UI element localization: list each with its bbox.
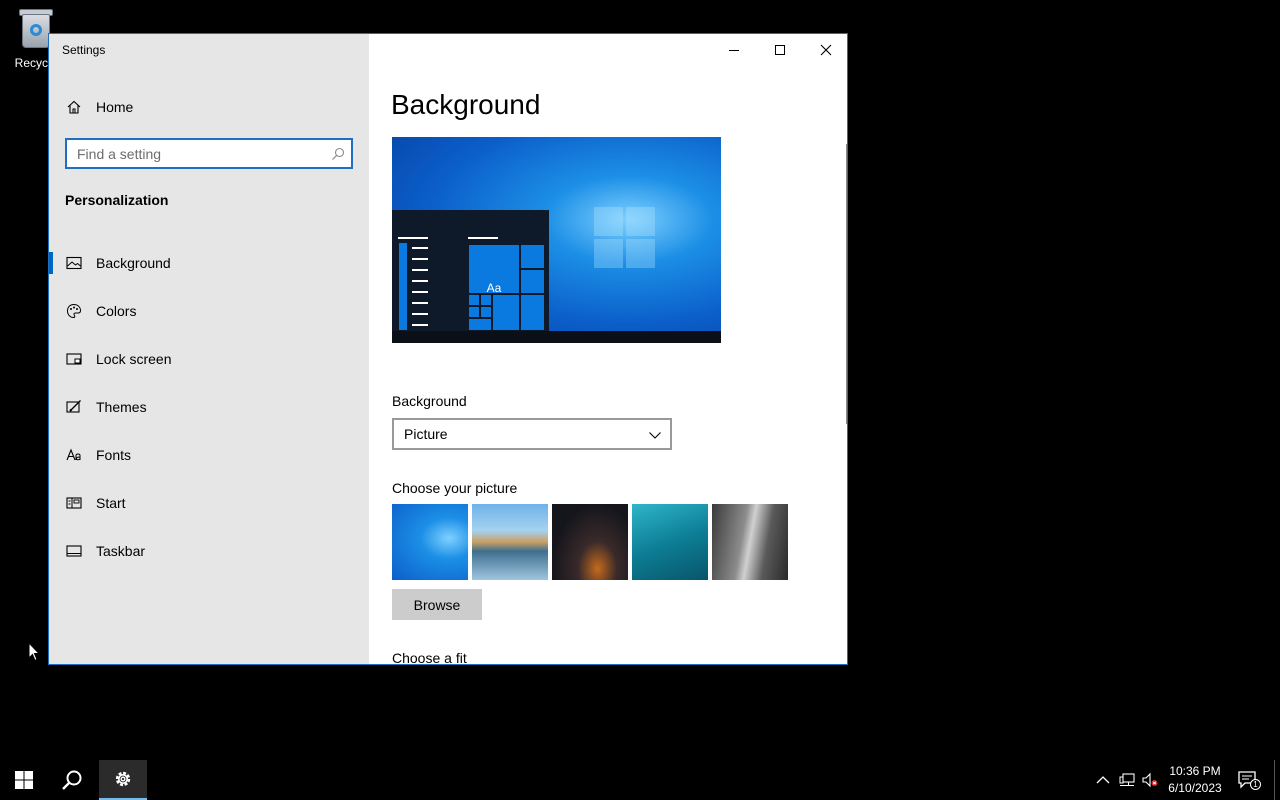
sidebar-item-themes[interactable]: Themes <box>49 383 369 431</box>
home-nav-item[interactable]: Home <box>49 90 369 124</box>
palette-icon <box>66 303 82 319</box>
picture-thumbnail-waterfall[interactable] <box>712 504 788 580</box>
chevron-up-icon[interactable] <box>1095 772 1111 788</box>
taskbar-icon <box>66 543 82 559</box>
window-title: Settings <box>62 43 106 57</box>
image-icon <box>66 255 82 271</box>
taskbar-search-button[interactable] <box>48 760 96 800</box>
search-icon[interactable] <box>331 147 345 161</box>
windows-logo-watermark <box>594 207 656 269</box>
settings-window: Settings Home Personalization Background <box>48 33 848 665</box>
sidebar-item-label: Taskbar <box>96 543 146 559</box>
maximize-icon <box>775 45 785 55</box>
background-type-label: Background <box>392 393 467 409</box>
picture-thumbnails <box>392 504 788 580</box>
picture-thumbnail-underwater[interactable] <box>632 504 708 580</box>
sidebar-item-label: Lock screen <box>96 351 172 367</box>
start-icon <box>66 495 82 511</box>
taskbar: 10:36 PM 6/10/2023 1 <box>0 760 1280 800</box>
sidebar-item-fonts[interactable]: Fonts <box>49 431 369 479</box>
action-center-button[interactable]: 1 <box>1237 770 1261 790</box>
sidebar-item-label: Colors <box>96 303 137 319</box>
chevron-down-icon <box>649 432 661 439</box>
caption-buttons <box>711 34 847 66</box>
search-box <box>65 138 353 169</box>
personalization-nav: Background Colors Lock screen Themes Fon… <box>49 239 369 575</box>
close-button[interactable] <box>803 34 847 66</box>
windows-logo-icon <box>15 771 33 789</box>
picture-thumbnail-windows[interactable] <box>392 504 468 580</box>
search-icon <box>62 770 82 790</box>
maximize-button[interactable] <box>757 34 803 66</box>
desktop-preview: Aa <box>392 137 721 343</box>
choose-picture-label: Choose your picture <box>392 480 518 496</box>
sidebar-item-label: Themes <box>96 399 147 415</box>
sidebar-item-label: Start <box>96 495 126 511</box>
sidebar-item-colors[interactable]: Colors <box>49 287 369 335</box>
choose-fit-label: Choose a fit <box>392 650 467 665</box>
sidebar-item-label: Background <box>96 255 171 271</box>
volume-muted-icon[interactable] <box>1142 772 1158 788</box>
preview-tile-text: Aa <box>486 281 502 295</box>
lock-screen-icon <box>66 351 82 367</box>
mouse-cursor-icon <box>28 642 40 662</box>
notification-count: 1 <box>1250 779 1261 790</box>
network-icon[interactable] <box>1119 772 1135 788</box>
start-button[interactable] <box>0 760 48 800</box>
page-title: Background <box>391 89 541 120</box>
show-desktop-button[interactable] <box>1274 760 1275 800</box>
browse-button[interactable]: Browse <box>392 589 482 620</box>
sidebar-item-background[interactable]: Background <box>49 239 369 287</box>
minimize-icon <box>729 50 739 51</box>
section-heading: Personalization <box>65 192 169 208</box>
clock-date: 6/10/2023 <box>1168 781 1222 795</box>
background-type-dropdown[interactable]: Picture <box>392 418 672 450</box>
scrollbar[interactable] <box>846 144 847 424</box>
minimize-button[interactable] <box>711 34 757 66</box>
search-input[interactable] <box>67 140 317 167</box>
close-icon <box>820 44 832 56</box>
home-label: Home <box>96 99 134 115</box>
taskbar-settings-app[interactable] <box>99 760 147 800</box>
gear-icon <box>115 771 131 787</box>
main-content: Background Aa Background Picture Choose … <box>369 34 847 665</box>
sidebar: Settings Home Personalization Background <box>49 34 369 664</box>
background-type-value: Picture <box>404 426 448 442</box>
sidebar-item-label: Fonts <box>96 447 132 463</box>
home-icon <box>66 99 82 115</box>
sidebar-item-lock-screen[interactable]: Lock screen <box>49 335 369 383</box>
sidebar-item-start[interactable]: Start <box>49 479 369 527</box>
themes-icon <box>66 399 82 415</box>
fonts-icon <box>66 447 82 463</box>
preview-taskbar <box>392 331 721 343</box>
picture-thumbnail-night-sky[interactable] <box>552 504 628 580</box>
clock-time: 10:36 PM <box>1169 764 1221 778</box>
clock[interactable]: 10:36 PM 6/10/2023 <box>1160 763 1230 797</box>
sidebar-item-taskbar[interactable]: Taskbar <box>49 527 369 575</box>
picture-thumbnail-beach[interactable] <box>472 504 548 580</box>
